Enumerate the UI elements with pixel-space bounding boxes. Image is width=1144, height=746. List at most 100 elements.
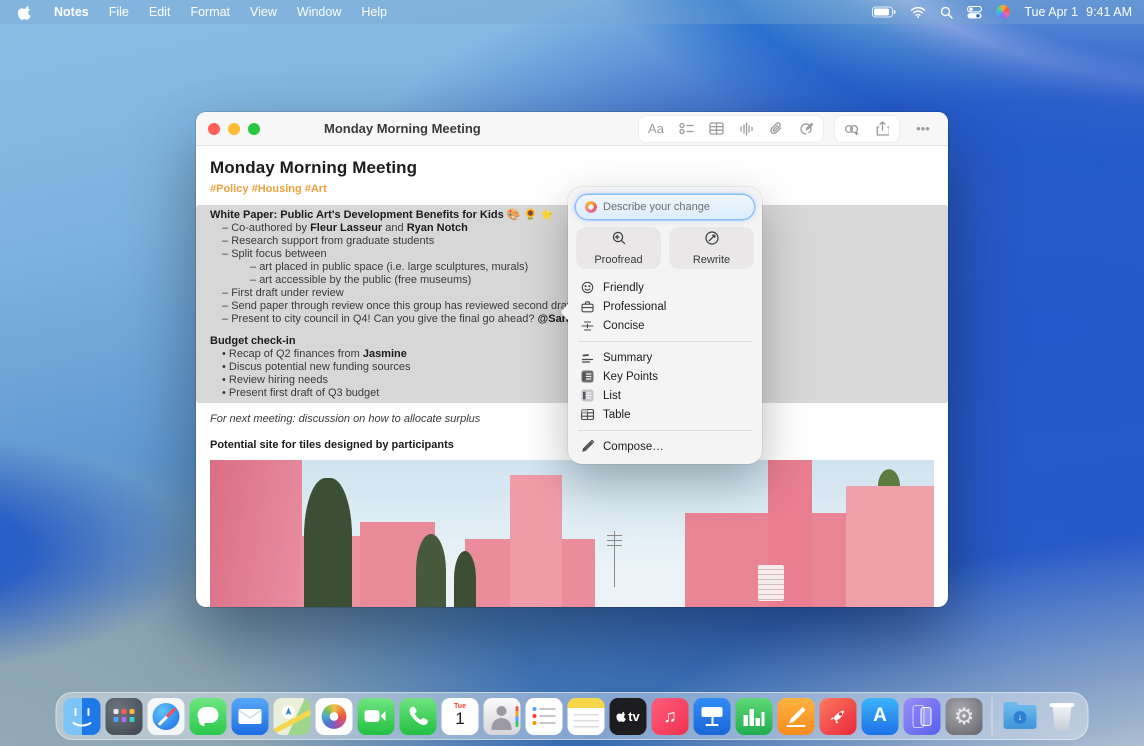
rewrite-button[interactable]: Rewrite [669,227,754,269]
briefcase-icon [580,301,594,313]
pink-building [210,460,302,607]
dock-numbers[interactable] [736,698,773,735]
table-icon[interactable] [703,118,729,140]
menu-item-edit[interactable]: Edit [139,5,181,19]
format-key-points-item[interactable]: Key Points [576,367,754,386]
wifi-icon[interactable] [910,6,926,18]
menu-item-window[interactable]: Window [287,5,351,19]
menu-item-help[interactable]: Help [351,5,397,19]
close-button[interactable] [208,123,220,135]
apple-intelligence-icon [585,201,597,213]
proofread-button[interactable]: Proofread [576,227,661,269]
describe-change-input[interactable] [603,201,745,213]
audio-waveform-icon[interactable] [733,118,759,140]
tone-concise-item[interactable]: Concise [576,316,754,335]
summary-icon [580,353,594,363]
dock-iphone-mirroring[interactable] [904,698,941,735]
menu-item-format[interactable]: Format [180,5,240,19]
dock-notes[interactable] [568,698,605,735]
app-store-letter: A [873,705,887,727]
toolbar-share-group [834,115,900,143]
dock-finder[interactable] [64,698,101,735]
search-icon[interactable] [940,6,953,19]
dock-calendar[interactable]: Tue 1 [442,698,479,735]
describe-change-field[interactable] [576,195,754,219]
dock-safari[interactable] [148,698,185,735]
dock-facetime[interactable] [358,698,395,735]
share-icon[interactable] [869,118,895,140]
compose-item[interactable]: Compose… [576,437,754,456]
menu-item-notes[interactable]: Notes [44,5,99,19]
smiley-icon [580,281,594,294]
dock-separator [992,697,993,735]
writing-tools-popup: Proofread Rewrite Friendly Professio [568,187,762,464]
checklist-icon[interactable] [673,118,699,140]
dock-messages[interactable] [190,698,227,735]
dock-phone[interactable] [400,698,437,735]
dock-launchpad[interactable] [106,698,143,735]
menubar-clock[interactable]: Tue Apr 1 9:41 AM [1024,5,1132,19]
menu-bar: Notes File Edit Format View Window Help … [0,0,1144,24]
tv-antenna [614,531,615,587]
format-summary-item[interactable]: Summary [576,348,754,367]
dock-app-store[interactable]: A [862,698,899,735]
cypress-tree [304,478,352,607]
list-icon [580,389,594,402]
table-icon [580,409,594,420]
dock-photos[interactable] [316,698,353,735]
cypress-tree [454,551,476,607]
dock-music[interactable]: ♫ [652,698,689,735]
apple-menu-icon[interactable] [18,4,34,20]
add-link-icon[interactable] [839,118,865,140]
apple-intelligence-icon[interactable] [996,5,1010,19]
format-table-item[interactable]: Table [576,405,754,424]
key-points-icon [580,370,594,383]
rewrite-circle-icon [704,230,720,251]
dock-apple-tv[interactable]: tv [610,698,647,735]
dock-trash[interactable] [1044,698,1081,735]
dock-contacts[interactable] [484,698,521,735]
building-door [758,565,784,601]
attachment-icon[interactable] [763,118,789,140]
dock-rocket-app[interactable] [820,698,857,735]
more-button[interactable]: ••• [910,118,936,140]
menu-separator [578,430,752,431]
menubar-date: Tue Apr 1 [1024,5,1078,19]
control-center-icon[interactable] [967,6,982,19]
menubar-time: 9:41 AM [1086,5,1132,19]
tone-friendly-item[interactable]: Friendly [576,278,754,297]
minimize-button[interactable] [228,123,240,135]
menu-item-file[interactable]: File [99,5,139,19]
battery-icon[interactable] [872,6,896,18]
palm-plant [872,460,906,486]
markup-icon[interactable] [793,118,819,140]
menu-item-view[interactable]: View [240,5,287,19]
dock-reminders[interactable] [526,698,563,735]
music-note-glyph: ♫ [663,706,677,727]
dock: Tue 1 tv ♫ A ⚙ ↓ [56,692,1089,740]
dock-maps[interactable] [274,698,311,735]
toolbar-format-group: Aa [638,115,824,143]
tone-professional-item[interactable]: Professional [576,297,754,316]
pink-building [510,475,562,607]
dock-mail[interactable] [232,698,269,735]
pink-building [846,486,934,607]
note-photo-pink-buildings[interactable] [210,460,934,607]
dock-pages[interactable] [778,698,815,735]
download-arrow-icon: ↓ [1014,711,1027,724]
dock-system-settings[interactable]: ⚙ [946,698,983,735]
pencil-icon [580,440,594,453]
apple-tv-label: tv [628,709,640,724]
dock-keynote[interactable] [694,698,731,735]
note-title: Monday Morning Meeting [210,161,934,174]
window-titlebar[interactable]: Monday Morning Meeting Aa [196,112,948,146]
zoom-button[interactable] [248,123,260,135]
heading-emojis: 🎨 🌻 ⭐ [507,209,554,221]
calendar-day: 1 [442,710,479,727]
menu-separator [578,341,752,342]
format-list-item[interactable]: List [576,386,754,405]
format-text-button[interactable]: Aa [643,118,669,140]
window-title: Monday Morning Meeting [324,121,481,136]
dock-downloads-folder[interactable]: ↓ [1002,698,1039,735]
proofread-magnifier-icon [611,230,627,251]
